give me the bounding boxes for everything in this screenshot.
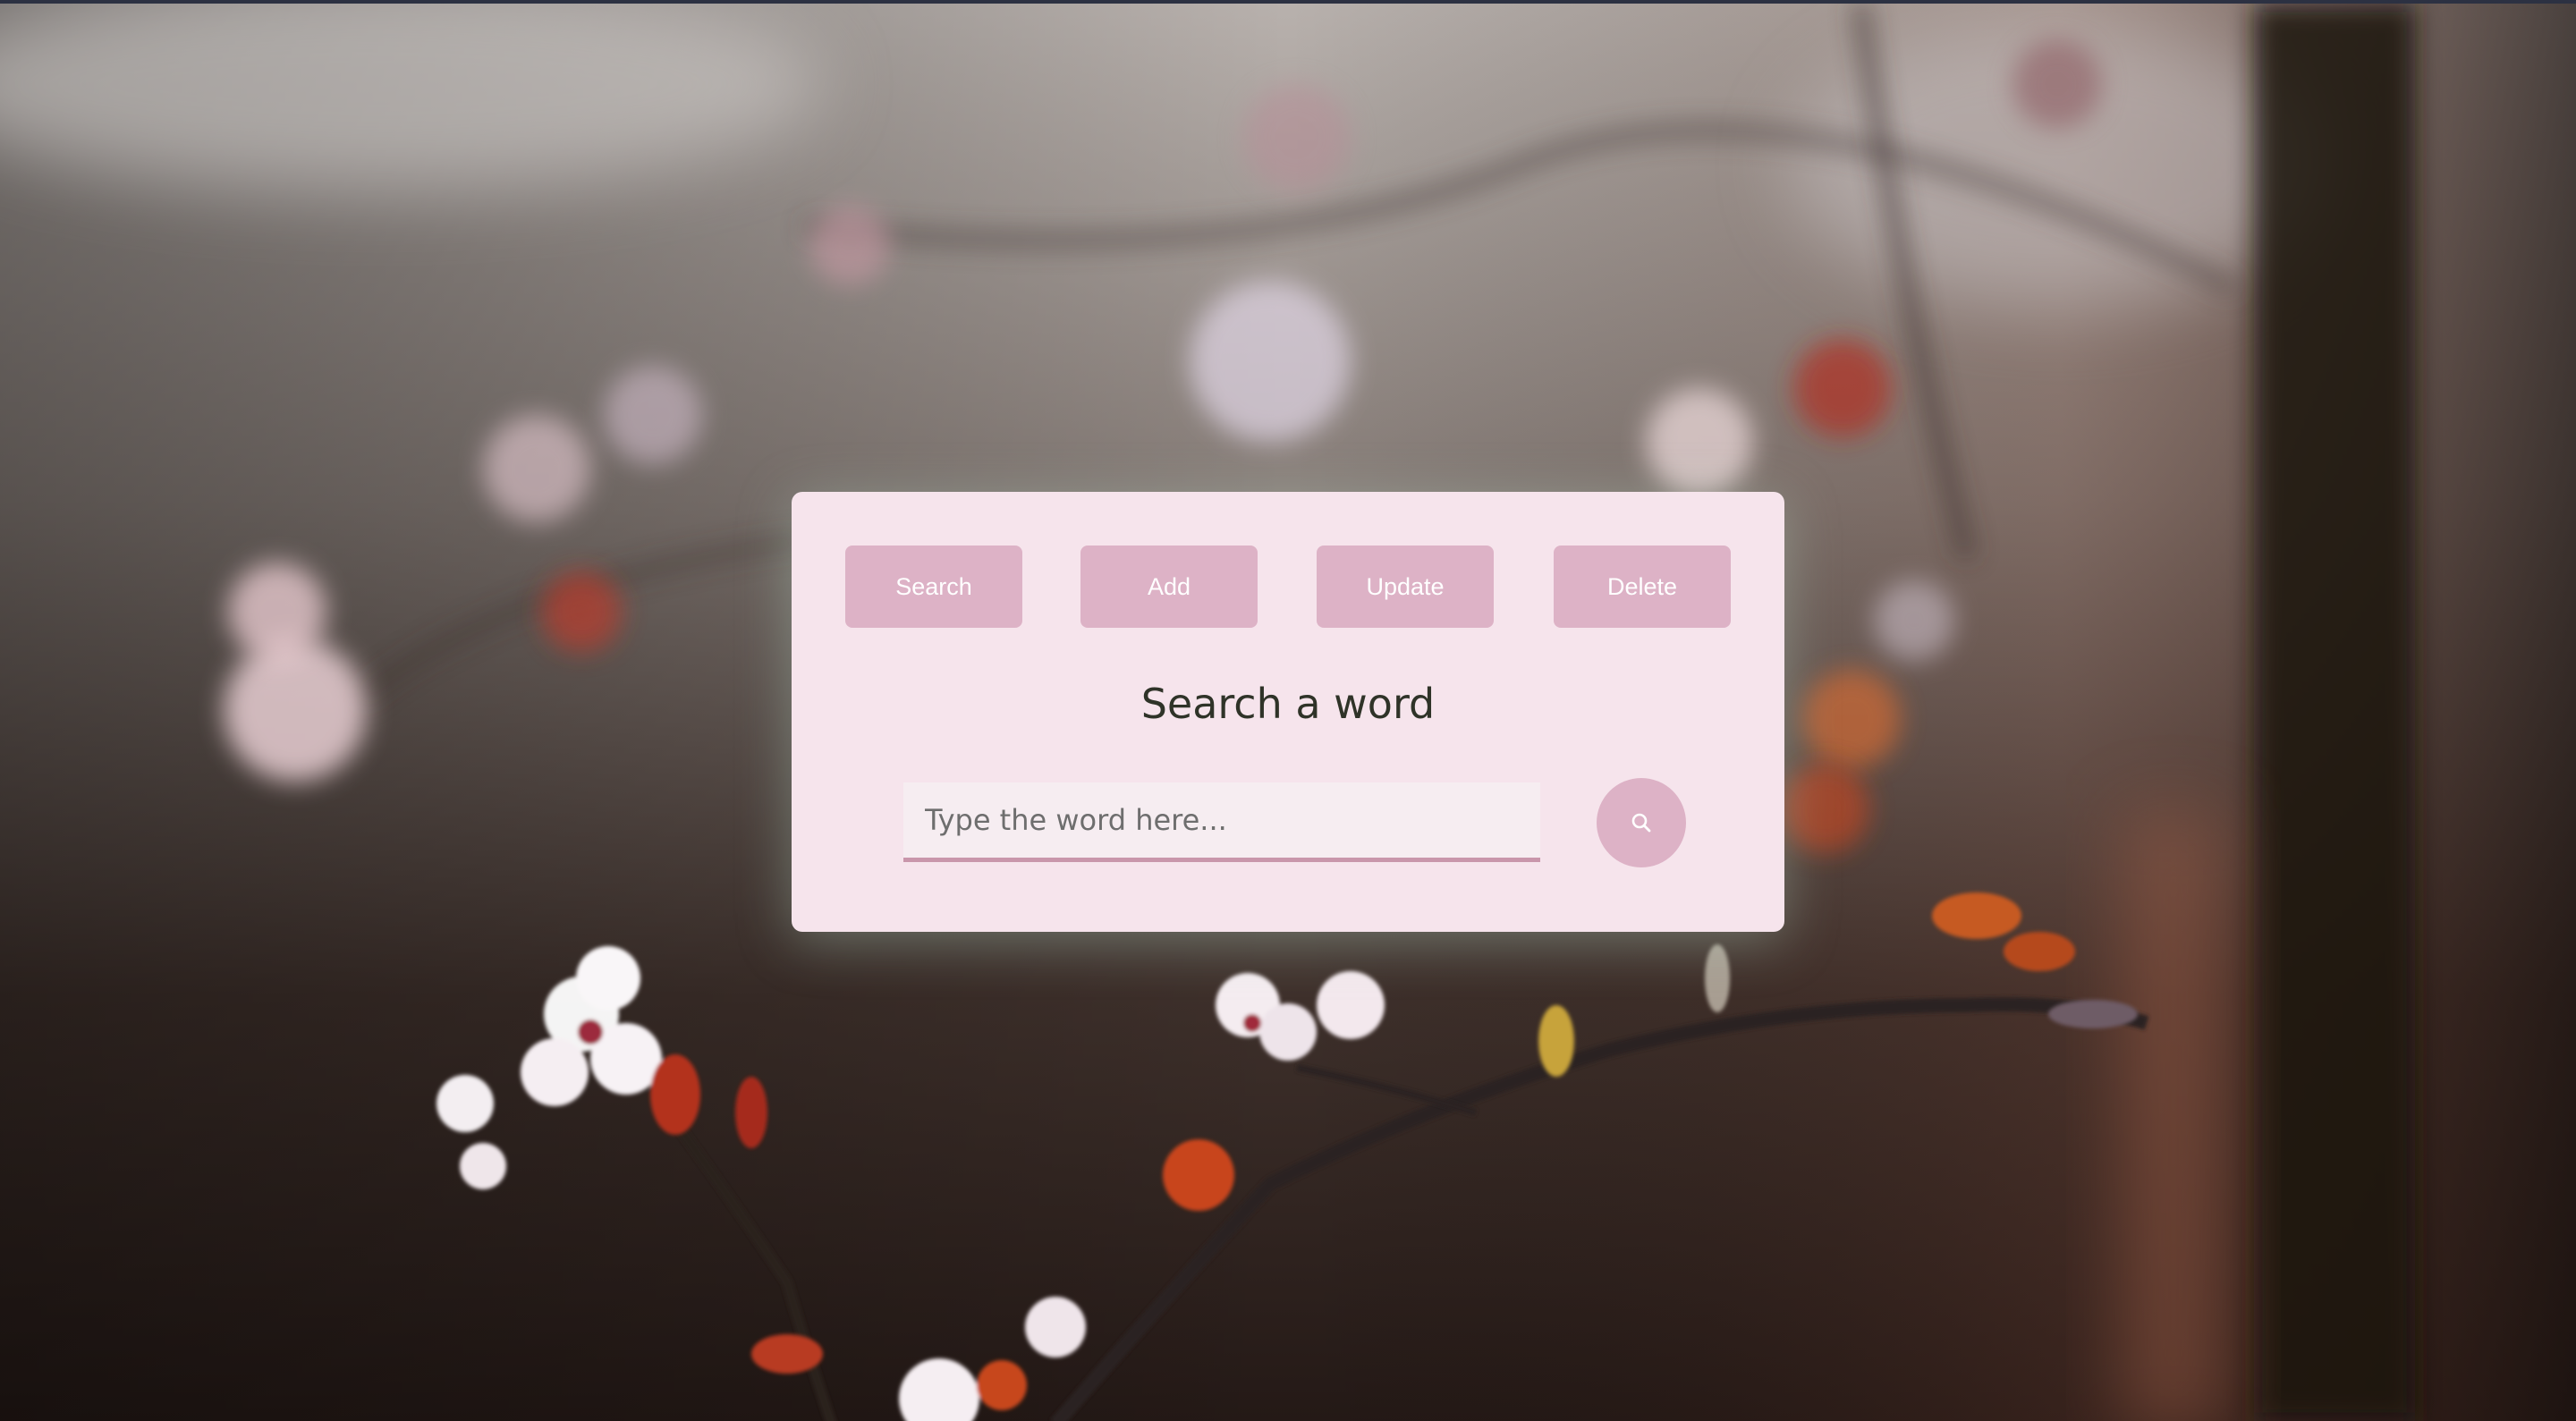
search-mode-button[interactable]: Search <box>845 546 1022 628</box>
search-icon <box>1631 813 1651 833</box>
update-mode-button[interactable]: Update <box>1317 546 1494 628</box>
page: Search Add Update Delete Search a word <box>0 0 2576 1421</box>
dictionary-panel: Search Add Update Delete Search a word <box>792 492 1784 932</box>
add-mode-button[interactable]: Add <box>1080 546 1258 628</box>
word-search-input[interactable] <box>903 782 1540 862</box>
delete-mode-button[interactable]: Delete <box>1554 546 1731 628</box>
search-submit-button[interactable] <box>1597 778 1686 867</box>
panel-title: Search a word <box>1140 680 1436 728</box>
